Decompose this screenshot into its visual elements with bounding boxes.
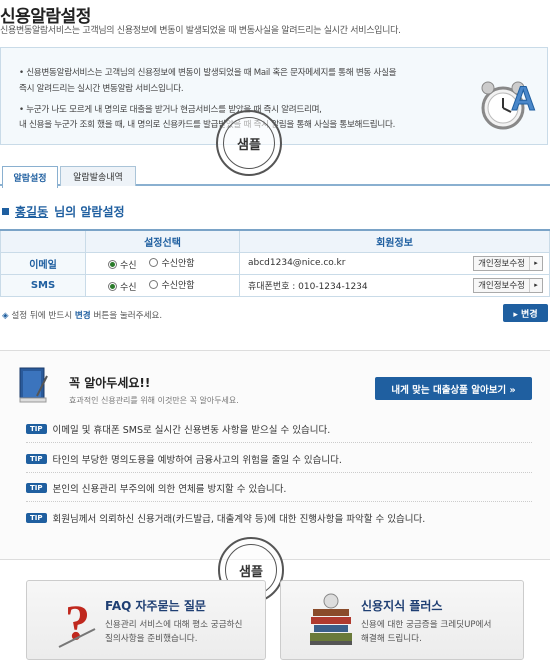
email-receive-radio[interactable]: 수신 <box>108 258 137 271</box>
phone-value: 휴대폰번호 : 010-1234-1234 <box>248 281 368 292</box>
book-stack-icon <box>307 591 355 651</box>
faq-card-desc: 질의사항을 준비했습니다. <box>105 634 198 644</box>
email-value: abcd1234@nice.co.kr <box>248 258 346 268</box>
tips-subheading: 효과적인 신용관리를 위해 이것만은 꼭 알아두세요. <box>69 396 239 405</box>
table-row: 이메일 수신 수신안함 abcd1234@nice.co.kr 개인정보수정 ▸ <box>0 251 550 275</box>
table-header-row: 설정선택 회원정보 <box>0 229 550 253</box>
tab-bar: 알람설정 알람발송내역 <box>0 166 550 188</box>
tip-item: TIP 이메일 및 휴대폰 SMS로 실시간 신용변동 사항을 받으실 수 있습… <box>26 416 532 443</box>
square-bullet-icon <box>2 208 9 215</box>
alarm-clock-icon: A <box>471 70 539 138</box>
tip-item: TIP 타인의 부당한 명의도용을 예방하여 금융사고의 위험을 줄일 수 있습… <box>26 446 532 473</box>
sms-receive-radio[interactable]: 수신 <box>108 280 137 293</box>
book-icon <box>17 366 49 404</box>
faq-card-desc: 신용관리 서비스에 대해 평소 궁금하신 <box>105 620 243 630</box>
credit-knowledge-desc: 신용에 대한 궁금증을 크레딧UP에서 <box>361 620 492 630</box>
page-subtitle: 신용변동알람서비스는 고객님의 신용정보에 변동이 발생되었을 때 변동사실을 … <box>0 26 401 36</box>
tip-badge: TIP <box>26 454 47 464</box>
question-mark-icon: ? <box>55 591 103 651</box>
tip-badge: TIP <box>26 483 47 493</box>
info-line: • 신용변동알람서비스는 고객님의 신용정보에 변동이 발생되었을 때 Mail… <box>19 68 397 78</box>
table-row: SMS 수신 수신안함 휴대폰번호 : 010-1234-1234 개인정보수정… <box>0 273 550 297</box>
email-no-receive-radio[interactable]: 수신안함 <box>149 256 195 269</box>
diamond-bullet-icon: ◈ <box>2 311 9 321</box>
edit-personal-info-button[interactable]: 개인정보수정 ▸ <box>473 277 543 293</box>
settings-note: ◈ 설정 뒤에 반드시 변경 버튼을 눌러주세요. <box>2 311 163 321</box>
tip-item: TIP 회원님께서 의뢰하신 신용거래(카드발급, 대출계약 등)에 대한 진행… <box>26 504 532 531</box>
column-header-setting: 설정선택 <box>85 229 240 253</box>
svg-text:A: A <box>511 80 536 118</box>
row-label-email: 이메일 <box>0 251 86 275</box>
email-info-cell: abcd1234@nice.co.kr 개인정보수정 ▸ <box>239 251 550 275</box>
email-radio-group: 수신 수신안함 <box>85 251 240 275</box>
find-loan-product-button[interactable]: 내게 맞는 대출상품 알아보기 » <box>375 377 532 400</box>
change-button[interactable]: ▸ 변경 <box>503 304 548 322</box>
arrow-right-icon: ▸ <box>529 278 542 292</box>
tip-badge: TIP <box>26 512 47 523</box>
info-line: 내 신용을 누군가 조회 했을 때, 내 명의로 신용카드를 발급받았을 때 즉… <box>19 120 396 130</box>
tab-alarm-settings[interactable]: 알람설정 <box>2 166 58 188</box>
section-title: 홍길동 님의 알람설정 <box>2 203 125 220</box>
sms-info-cell: 휴대폰번호 : 010-1234-1234 개인정보수정 ▸ <box>239 273 550 297</box>
tip-item: TIP 본인의 신용관리 부주의에 의한 연체를 방지할 수 있습니다. <box>26 475 532 502</box>
credit-knowledge-title: 신용지식 플러스 <box>361 599 443 613</box>
tab-alarm-history[interactable]: 알람발송내역 <box>60 166 136 186</box>
tip-badge: TIP <box>26 424 47 434</box>
sms-no-receive-radio[interactable]: 수신안함 <box>149 278 195 291</box>
user-name: 홍길동 <box>15 205 49 219</box>
faq-card[interactable]: ? FAQ 자주묻는 질문 신용관리 서비스에 대해 평소 궁금하신 질의사항을… <box>26 580 266 660</box>
section-title-suffix: 님의 알람설정 <box>54 205 125 219</box>
edit-personal-info-button[interactable]: 개인정보수정 ▸ <box>473 255 543 271</box>
credit-knowledge-desc: 해결해 드립니다. <box>361 634 422 644</box>
faq-card-title: FAQ 자주묻는 질문 <box>105 599 206 613</box>
tips-heading: 꼭 알아두세요!! <box>69 376 151 390</box>
credit-knowledge-card[interactable]: 신용지식 플러스 신용에 대한 궁금증을 크레딧UP에서 해결해 드립니다. <box>280 580 524 660</box>
arrow-right-icon: ▸ <box>529 256 542 270</box>
alarm-settings-table: 설정선택 회원정보 이메일 수신 수신안함 abcd1234@nice.co.k… <box>0 229 550 297</box>
sms-radio-group: 수신 수신안함 <box>85 273 240 297</box>
column-header-member-info: 회원정보 <box>239 229 550 253</box>
row-label-sms: SMS <box>0 273 86 297</box>
info-line: 즉시 알려드리는 실시간 변동알람 서비스입니다. <box>19 84 184 94</box>
